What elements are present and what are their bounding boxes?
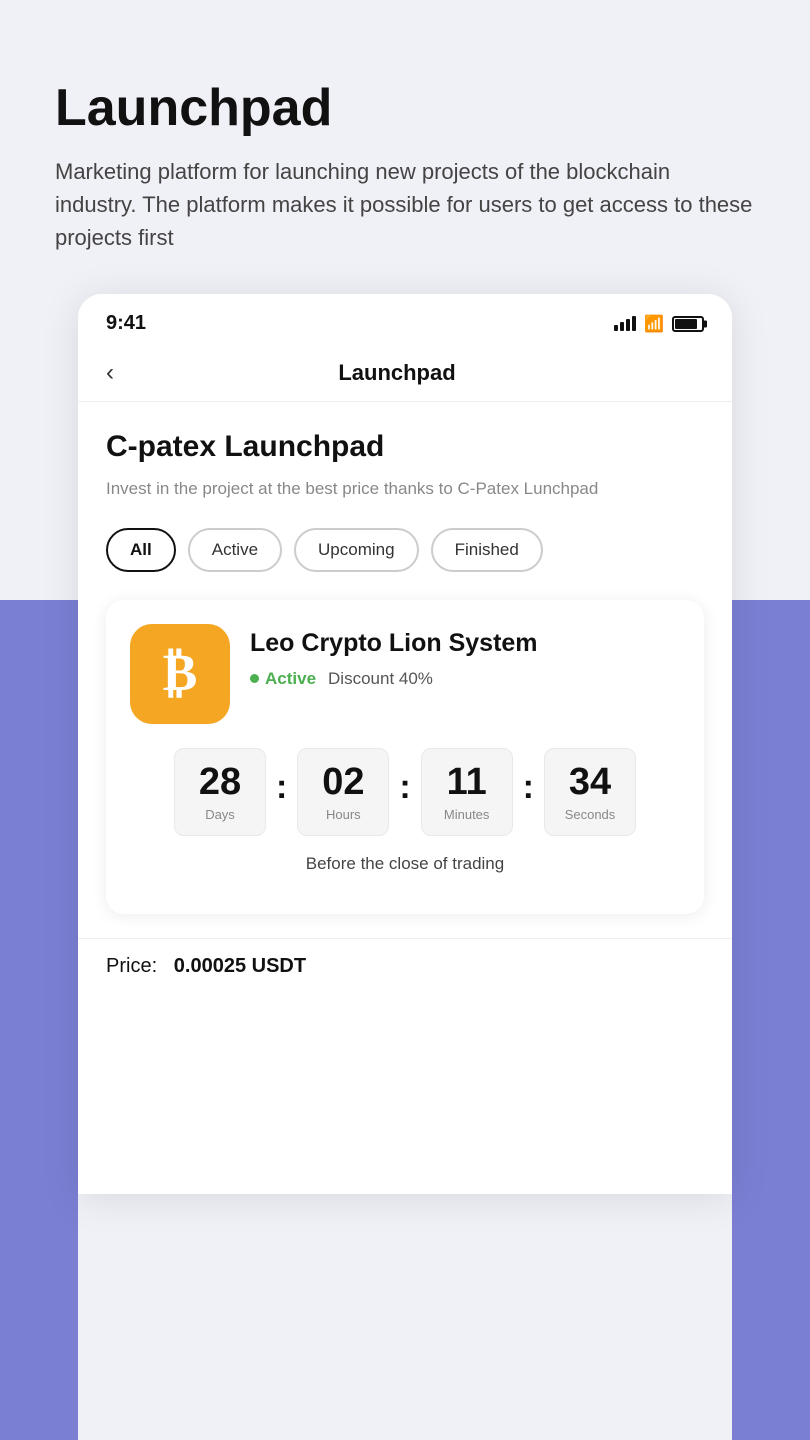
countdown-minutes-number: 11 [447,762,487,804]
page-title: C-patex Launchpad [106,430,704,464]
countdown-seconds-box: 34 Seconds [544,748,636,836]
filter-tab-finished[interactable]: Finished [431,528,543,572]
countdown-minutes-box: 11 Minutes [421,748,513,836]
filter-tab-all[interactable]: All [106,528,176,572]
price-row: Price: 0.00025 USDT [78,938,732,994]
back-button[interactable]: ‹ [106,359,114,387]
signal-icon [614,316,636,331]
card-logo: ₿ [130,624,230,724]
btc-icon: ₿ [163,648,198,700]
countdown-days-box: 28 Days [174,748,266,836]
separator-2: : [399,768,410,807]
filter-tab-upcoming[interactable]: Upcoming [294,528,419,572]
card-header: ₿ Leo Crypto Lion System Active Discount… [130,624,680,724]
countdown: 28 Days : 02 Hours : 11 Minutes : 34 Sec… [130,748,680,836]
status-label: Active [265,669,316,689]
filter-tabs: All Active Upcoming Finished [106,528,704,572]
bg-purple-right [732,600,810,1440]
status-dot [250,674,259,683]
phone-mockup: 9:41 📶 ‹ Launchpad C-patex Launchpad Inv… [78,294,732,1194]
filter-tab-active[interactable]: Active [188,528,282,572]
price-label: Price: [106,955,157,977]
page-subtitle: Invest in the project at the best price … [106,476,704,502]
content-area: C-patex Launchpad Invest in the project … [78,402,732,914]
nav-bar: ‹ Launchpad [78,345,732,402]
status-time: 9:41 [106,312,146,335]
separator-1: : [276,768,287,807]
countdown-caption: Before the close of trading [130,854,680,874]
status-icons: 📶 [614,314,704,334]
bg-purple-left [0,600,78,1440]
top-section: Launchpad Marketing platform for launchi… [0,0,810,294]
card-name: Leo Crypto Lion System [250,628,680,659]
separator-3: : [523,768,534,807]
wifi-icon: 📶 [644,314,664,334]
countdown-days-number: 28 [199,762,241,804]
countdown-days-label: Days [205,807,235,822]
card-meta: Active Discount 40% [250,669,680,689]
card-info: Leo Crypto Lion System Active Discount 4… [250,624,680,689]
project-card: ₿ Leo Crypto Lion System Active Discount… [106,600,704,914]
countdown-hours-number: 02 [322,762,364,804]
countdown-hours-label: Hours [326,807,361,822]
countdown-minutes-label: Minutes [444,807,490,822]
discount-badge: Discount 40% [328,669,433,689]
status-bar: 9:41 📶 [78,294,732,345]
top-description: Marketing platform for launching new pro… [55,155,755,254]
countdown-seconds-number: 34 [569,762,611,804]
countdown-seconds-label: Seconds [565,807,616,822]
price-value: 0.00025 USDT [174,955,306,977]
nav-title: Launchpad [126,360,704,386]
top-title: Launchpad [55,80,755,137]
countdown-hours-box: 02 Hours [297,748,389,836]
battery-icon [672,316,704,332]
status-badge: Active [250,669,316,689]
